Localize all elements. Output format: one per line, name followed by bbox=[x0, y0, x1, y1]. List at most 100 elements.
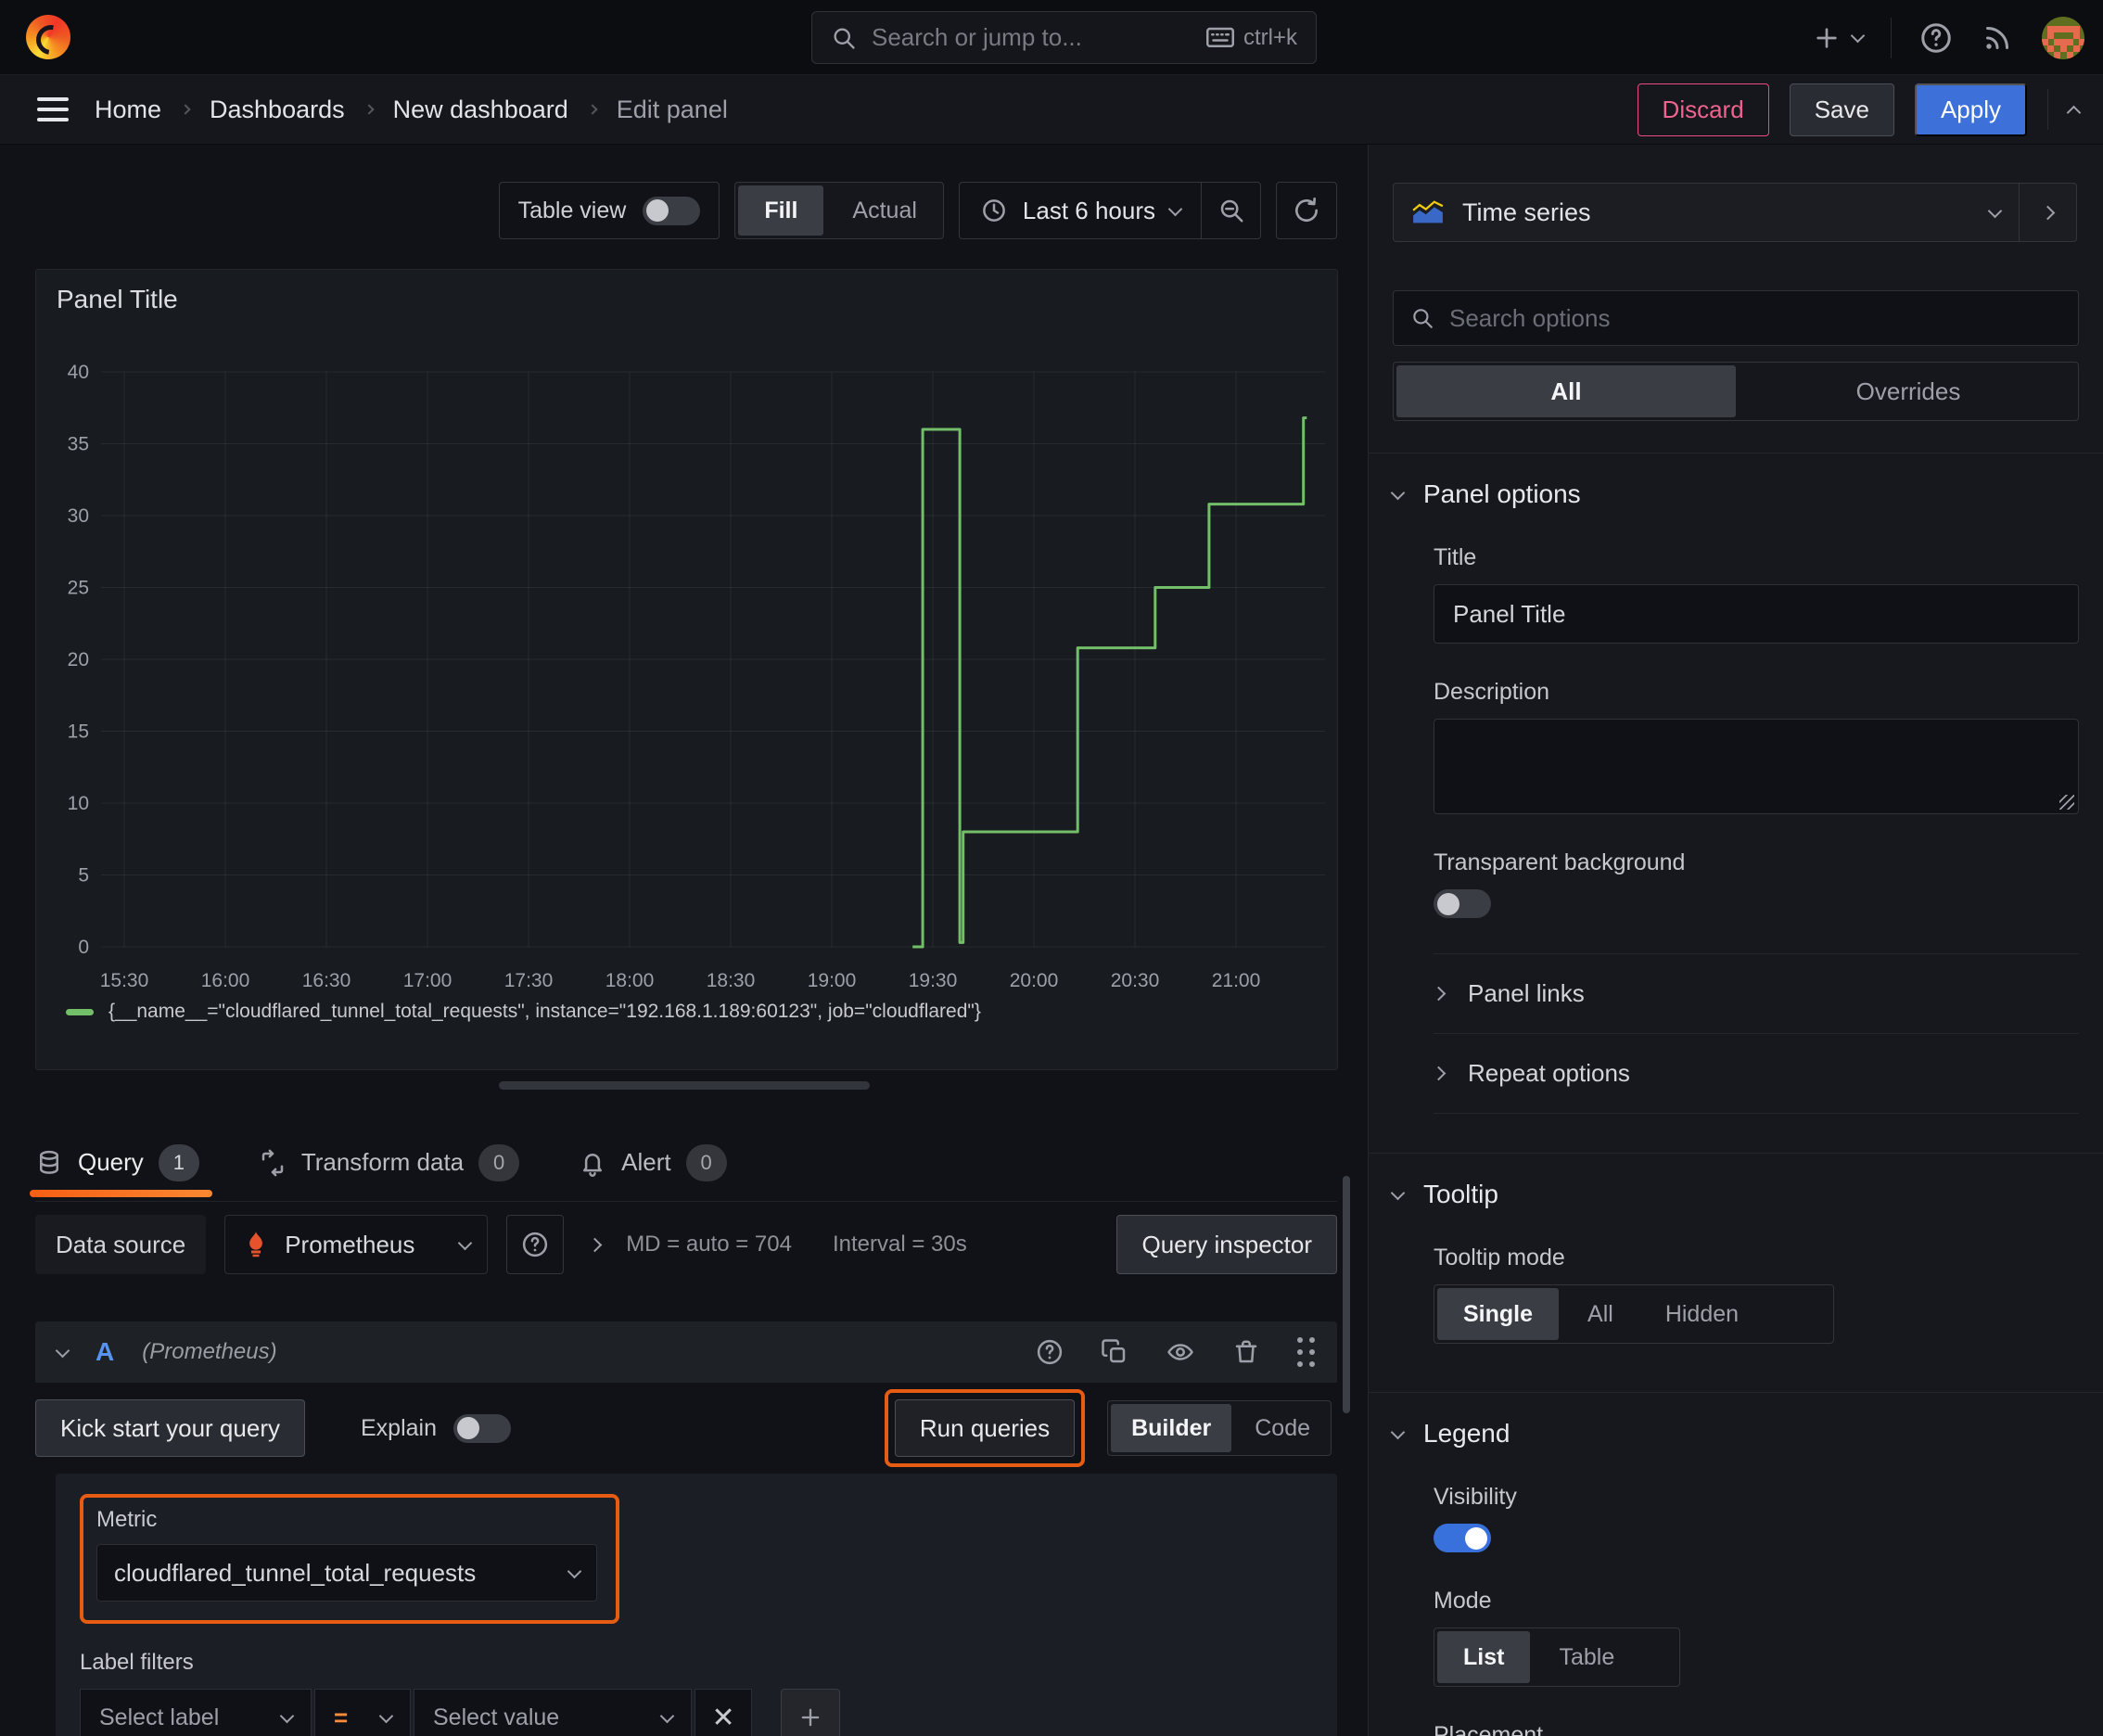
tab-all[interactable]: All bbox=[1396, 365, 1736, 417]
tab-alert[interactable]: Alert 0 bbox=[579, 1124, 727, 1201]
search-icon bbox=[834, 28, 855, 49]
code-option[interactable]: Code bbox=[1234, 1401, 1331, 1455]
tooltip-mode-segment: Single All Hidden bbox=[1434, 1284, 1834, 1344]
svg-text:17:00: 17:00 bbox=[403, 970, 452, 991]
remove-filter-button[interactable]: ✕ bbox=[695, 1689, 752, 1736]
select-value-dropdown[interactable]: Select value bbox=[414, 1689, 692, 1736]
repeat-options-section[interactable]: Repeat options bbox=[1431, 1033, 2079, 1113]
user-avatar[interactable] bbox=[2042, 16, 2084, 59]
trash-icon[interactable] bbox=[1232, 1338, 1260, 1366]
builder-option[interactable]: Builder bbox=[1111, 1404, 1232, 1452]
legend-table-option[interactable]: Table bbox=[1533, 1628, 1640, 1686]
datasource-picker[interactable]: Prometheus bbox=[224, 1215, 489, 1274]
add-menu-button[interactable] bbox=[1812, 23, 1866, 53]
transform-count-badge: 0 bbox=[478, 1143, 520, 1181]
scrollbar[interactable] bbox=[1343, 1176, 1350, 1413]
run-queries-button[interactable]: Run queries bbox=[894, 1399, 1076, 1457]
timeseries-viz-icon bbox=[1412, 200, 1444, 223]
global-search[interactable]: Search or jump to... ctrl+k bbox=[811, 11, 1317, 64]
visualization-picker[interactable]: Time series bbox=[1393, 183, 2077, 242]
eye-icon[interactable] bbox=[1166, 1338, 1195, 1366]
duplicate-icon[interactable] bbox=[1101, 1338, 1128, 1366]
help-circle-icon[interactable] bbox=[1036, 1338, 1064, 1366]
svg-text:16:30: 16:30 bbox=[302, 970, 351, 991]
collapse-icon[interactable] bbox=[55, 1343, 70, 1358]
divider bbox=[2047, 89, 2048, 130]
time-range-button[interactable]: Last 6 hours bbox=[960, 197, 1201, 225]
description-input[interactable] bbox=[1434, 719, 2079, 814]
query-datasource-hint: (Prometheus) bbox=[142, 1339, 277, 1364]
operator-dropdown[interactable]: = bbox=[314, 1689, 411, 1736]
viz-suggestions-button[interactable] bbox=[2019, 184, 2076, 241]
legend-list-option[interactable]: List bbox=[1437, 1631, 1531, 1683]
actual-option[interactable]: Actual bbox=[826, 183, 942, 238]
legend-mode-label: Mode bbox=[1434, 1588, 1492, 1614]
svg-text:17:30: 17:30 bbox=[504, 970, 554, 991]
search-placeholder: Search or jump to... bbox=[872, 23, 1082, 51]
plus-icon bbox=[1816, 27, 1837, 48]
tab-transform-data[interactable]: Transform data 0 bbox=[259, 1124, 520, 1201]
tooltip-section[interactable]: Tooltip bbox=[1390, 1180, 2079, 1209]
transparent-bg-toggle[interactable] bbox=[1434, 889, 1491, 918]
chevron-up-icon[interactable] bbox=[2066, 105, 2082, 120]
tooltip-all-option[interactable]: All bbox=[1561, 1285, 1639, 1343]
drag-handle-icon[interactable] bbox=[1297, 1337, 1315, 1367]
help-icon[interactable] bbox=[1919, 21, 1953, 55]
legend-visibility-toggle[interactable] bbox=[1434, 1524, 1491, 1552]
help-circle-icon bbox=[523, 1232, 548, 1257]
kick-start-button[interactable]: Kick start your query bbox=[35, 1399, 305, 1457]
options-search[interactable]: Search options bbox=[1393, 290, 2079, 346]
chevron-right-icon bbox=[1431, 1066, 1447, 1081]
label-filters-label: Label filters bbox=[80, 1650, 194, 1675]
timeseries-chart[interactable]: 0 5 10 15 20 25 30 35 40 15:30 16:00 16:30 17:00 17:3… bbox=[36, 270, 1337, 993]
panel-options-sidebar: Time series Search options All Overrides… bbox=[1368, 145, 2103, 1736]
chart-legend[interactable]: {__name__="cloudflared_tunnel_total_requ… bbox=[66, 1001, 981, 1023]
datasource-help-button[interactable] bbox=[506, 1215, 565, 1274]
zoom-out-button[interactable] bbox=[1201, 183, 1260, 238]
shortcut-hint: ctrl+k bbox=[1205, 25, 1297, 51]
svg-text:15:30: 15:30 bbox=[100, 970, 149, 991]
chevron-down-icon bbox=[279, 1708, 295, 1723]
max-data-points: MD = auto = 704 bbox=[626, 1232, 792, 1257]
explain-control: Explain bbox=[361, 1413, 511, 1443]
grafana-logo[interactable] bbox=[26, 15, 70, 59]
metric-select[interactable]: cloudflared_tunnel_total_requests bbox=[96, 1544, 597, 1602]
breadcrumb-new-dashboard[interactable]: New dashboard bbox=[393, 96, 568, 124]
query-row-header[interactable]: A (Prometheus) bbox=[35, 1321, 1337, 1383]
fill-actual-segment: Fill Actual bbox=[734, 182, 944, 239]
fill-option[interactable]: Fill bbox=[738, 185, 824, 236]
breadcrumb-dashboards[interactable]: Dashboards bbox=[210, 96, 345, 124]
panel-links-section[interactable]: Panel links bbox=[1431, 953, 2079, 1033]
tooltip-mode-label: Tooltip mode bbox=[1434, 1245, 1565, 1270]
legend-section[interactable]: Legend bbox=[1390, 1419, 2079, 1449]
breadcrumb-home[interactable]: Home bbox=[95, 96, 161, 124]
title-label: Title bbox=[1434, 544, 1477, 570]
chevron-right-icon bbox=[2040, 205, 2056, 220]
chevron-right-icon[interactable] bbox=[587, 1237, 603, 1252]
tab-query[interactable]: Query 1 bbox=[30, 1124, 212, 1201]
query-inspector-button[interactable]: Query inspector bbox=[1116, 1215, 1337, 1274]
panel-options-section[interactable]: Panel options bbox=[1390, 479, 2079, 509]
tooltip-hidden-option[interactable]: Hidden bbox=[1639, 1285, 1765, 1343]
tab-overrides[interactable]: Overrides bbox=[1739, 363, 2078, 420]
divider bbox=[1369, 1153, 2103, 1154]
series-label[interactable]: {__name__="cloudflared_tunnel_total_requ… bbox=[108, 1001, 981, 1023]
explain-toggle[interactable] bbox=[452, 1413, 511, 1443]
refresh-button[interactable] bbox=[1276, 182, 1337, 239]
add-filter-button[interactable] bbox=[781, 1689, 840, 1736]
svg-text:40: 40 bbox=[68, 362, 89, 383]
panel-view-toolbar: Table view Fill Actual Last 6 hours bbox=[498, 182, 1337, 239]
news-rss-icon[interactable] bbox=[1981, 21, 2014, 55]
save-button[interactable]: Save bbox=[1789, 83, 1894, 136]
apply-button[interactable]: Apply bbox=[1914, 83, 2027, 136]
panel-title-input[interactable]: Panel Title bbox=[1434, 584, 2079, 644]
select-label-dropdown[interactable]: Select label bbox=[80, 1689, 312, 1736]
menu-toggle-icon[interactable] bbox=[37, 97, 69, 121]
transform-icon bbox=[261, 1149, 284, 1176]
datasource-row: Data source Prometheus MD = auto = 704 I… bbox=[35, 1215, 1337, 1274]
resize-grip-icon[interactable] bbox=[2059, 795, 2074, 810]
table-view-toggle[interactable] bbox=[643, 196, 701, 225]
tooltip-single-option[interactable]: Single bbox=[1437, 1288, 1560, 1340]
discard-button[interactable]: Discard bbox=[1637, 83, 1769, 136]
panel-resize-handle[interactable] bbox=[499, 1081, 870, 1090]
